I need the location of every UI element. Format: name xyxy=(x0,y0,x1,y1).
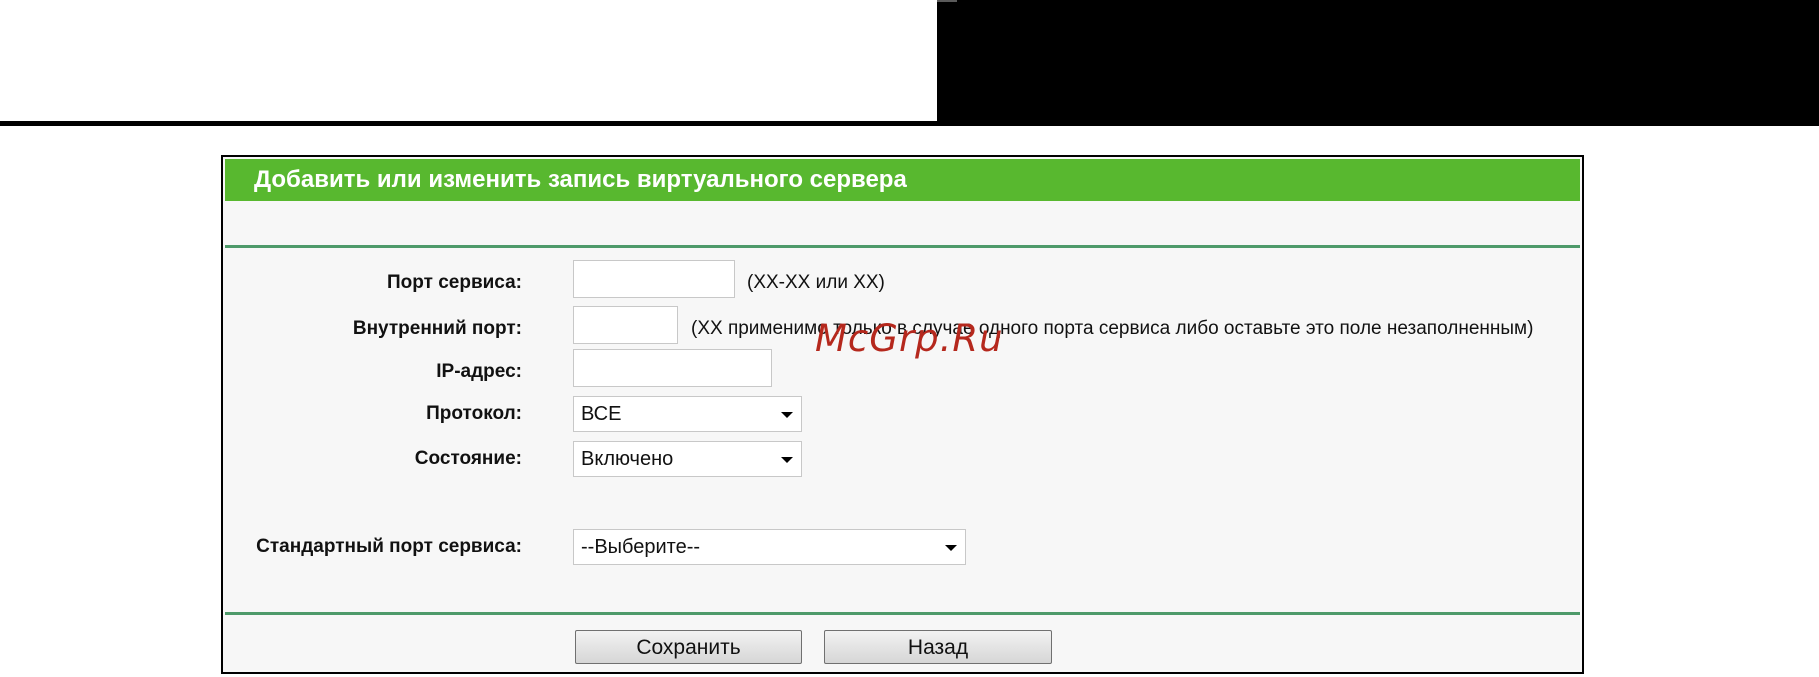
internal-port-input[interactable] xyxy=(573,306,678,344)
status-label: Состояние: xyxy=(414,448,522,469)
ip-address-input[interactable] xyxy=(573,349,772,387)
common-service-port-label: Стандартный порт сервиса: xyxy=(256,536,522,557)
bottom-separator xyxy=(225,612,1580,615)
black-banner xyxy=(937,0,1819,126)
page-title: Добавить или изменить запись виртуальног… xyxy=(254,166,907,193)
save-button[interactable]: Сохранить xyxy=(575,630,802,664)
common-service-port-selected-value: --Выберите-- xyxy=(581,536,701,558)
protocol-label: Протокол: xyxy=(426,403,522,424)
internal-port-hint: (XX применимо только в случае одного пор… xyxy=(691,318,1534,339)
header-divider xyxy=(0,121,937,126)
ip-address-label: IP-адрес: xyxy=(436,361,522,382)
panel-header: Добавить или изменить запись виртуальног… xyxy=(225,159,1580,201)
chevron-down-icon xyxy=(781,412,793,418)
top-separator xyxy=(225,245,1580,248)
service-port-hint: (XX-XX или XX) xyxy=(747,272,885,293)
protocol-selected-value: ВСЕ xyxy=(581,403,622,425)
common-service-port-select[interactable]: --Выберите-- xyxy=(573,529,966,565)
back-button[interactable]: Назад xyxy=(824,630,1052,664)
service-port-label: Порт сервиса: xyxy=(387,272,522,293)
internal-port-label: Внутренний порт: xyxy=(352,318,522,339)
virtual-server-panel: Добавить или изменить запись виртуальног… xyxy=(221,155,1584,674)
banner-tick xyxy=(937,0,957,2)
status-select[interactable]: Включено xyxy=(573,441,802,477)
service-port-input[interactable] xyxy=(573,260,735,298)
protocol-select[interactable]: ВСЕ xyxy=(573,396,802,432)
chevron-down-icon xyxy=(781,457,793,463)
chevron-down-icon xyxy=(945,545,957,551)
status-selected-value: Включено xyxy=(581,448,674,470)
